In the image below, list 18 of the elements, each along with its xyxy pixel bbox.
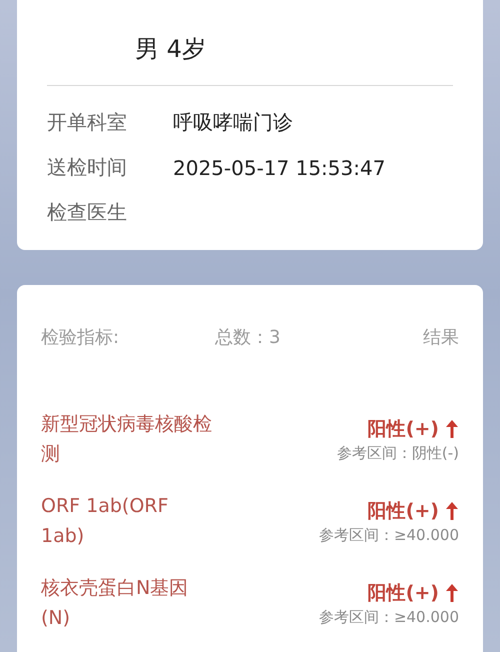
- patient-summary: 男 4岁: [134, 34, 207, 65]
- test-result: 阳性(+): [368, 416, 439, 442]
- reference-range: 参考区间：阴性(-): [336, 444, 459, 462]
- total-count: 总数：3: [215, 326, 282, 349]
- info-label: 检查医生: [47, 199, 128, 226]
- info-value: 呼吸哮喘门诊: [173, 109, 293, 136]
- reference-range: 参考区间：≥40.000: [318, 526, 459, 544]
- test-name: 核衣壳蛋白N基因(N): [41, 576, 190, 631]
- info-label: 开单科室: [47, 109, 128, 136]
- test-result: 阳性(+): [368, 580, 439, 606]
- test-name: 新型冠状病毒核酸检测: [41, 412, 213, 467]
- indicator-heading: 检验指标:: [41, 326, 120, 349]
- test-name: ORF 1ab(ORF 1ab): [41, 494, 170, 549]
- result-heading: 结果: [423, 326, 459, 349]
- info-value: 2025-05-17 15:53:47: [173, 156, 386, 180]
- info-label: 送检时间: [47, 154, 128, 181]
- reference-range: 参考区间：≥40.000: [318, 608, 459, 626]
- test-result: 阳性(+): [368, 498, 439, 524]
